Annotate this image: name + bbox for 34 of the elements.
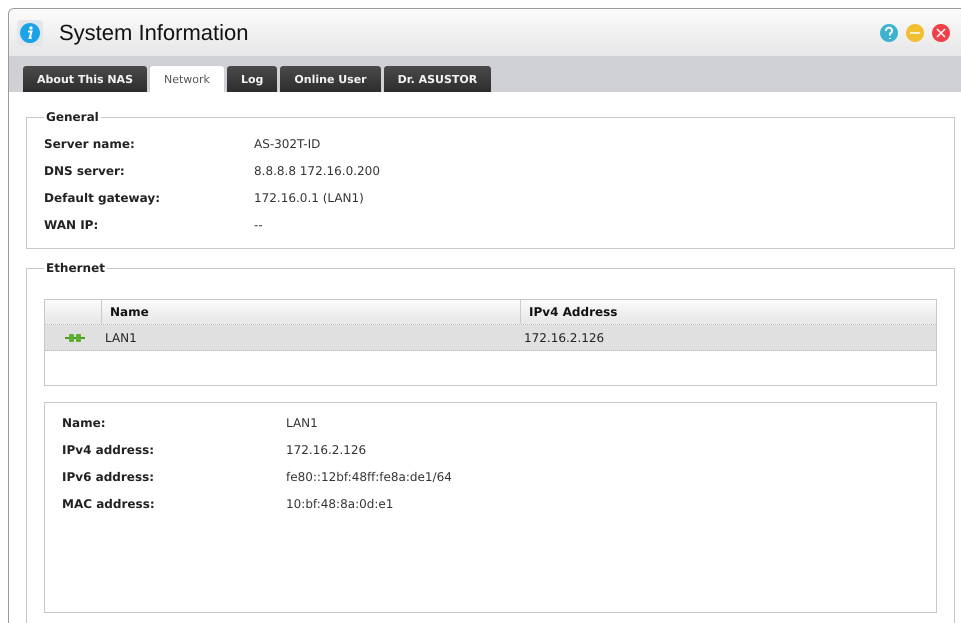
field-value: 8.8.8.8 172.16.0.200 xyxy=(254,164,380,178)
field-value: fe80::12bf:48ff:fe8a:de1/64 xyxy=(286,470,452,484)
tab[interactable]: Online User xyxy=(280,66,381,92)
tab[interactable]: Dr. ASUSTOR xyxy=(384,66,492,92)
group-title: General xyxy=(45,110,100,124)
info-icon xyxy=(17,20,43,46)
close-icon[interactable] xyxy=(931,22,951,42)
field-label: MAC address: xyxy=(62,496,156,510)
table-row[interactable]: LAN1 172.16.2.126 xyxy=(45,325,936,351)
column-header: IPv4 Address xyxy=(520,300,936,324)
field-value: AS-302T-ID xyxy=(254,136,320,150)
help-icon[interactable] xyxy=(879,22,899,42)
column-header: Name xyxy=(101,300,520,324)
tab[interactable]: About This NAS xyxy=(23,66,147,92)
group-title: Ethernet xyxy=(45,261,106,275)
tab[interactable]: Network xyxy=(150,66,224,92)
field-label: IPv4 address: xyxy=(62,442,156,456)
field-label: Default gateway: xyxy=(44,190,161,204)
field-label: Server name: xyxy=(44,136,136,150)
table-cell-text: 172.16.2.126 xyxy=(523,330,604,346)
minimize-icon[interactable] xyxy=(905,22,925,42)
field-label: DNS server: xyxy=(44,164,126,178)
field-label: WAN IP: xyxy=(44,218,100,232)
field-label: IPv6 address: xyxy=(62,470,156,484)
field-value: 172.16.0.1 (LAN1) xyxy=(254,190,364,204)
field-value: LAN1 xyxy=(286,416,318,430)
field-label: Name: xyxy=(62,416,107,430)
field-value: 172.16.2.126 xyxy=(286,442,366,456)
tab[interactable]: Log xyxy=(226,66,278,92)
network-plug-icon xyxy=(65,332,85,342)
window-title: System Information xyxy=(59,20,250,46)
field-value: -- xyxy=(254,218,263,232)
field-value: 10:bf:48:8a:0d:e1 xyxy=(286,496,394,510)
table-cell-text: LAN1 xyxy=(104,330,138,346)
